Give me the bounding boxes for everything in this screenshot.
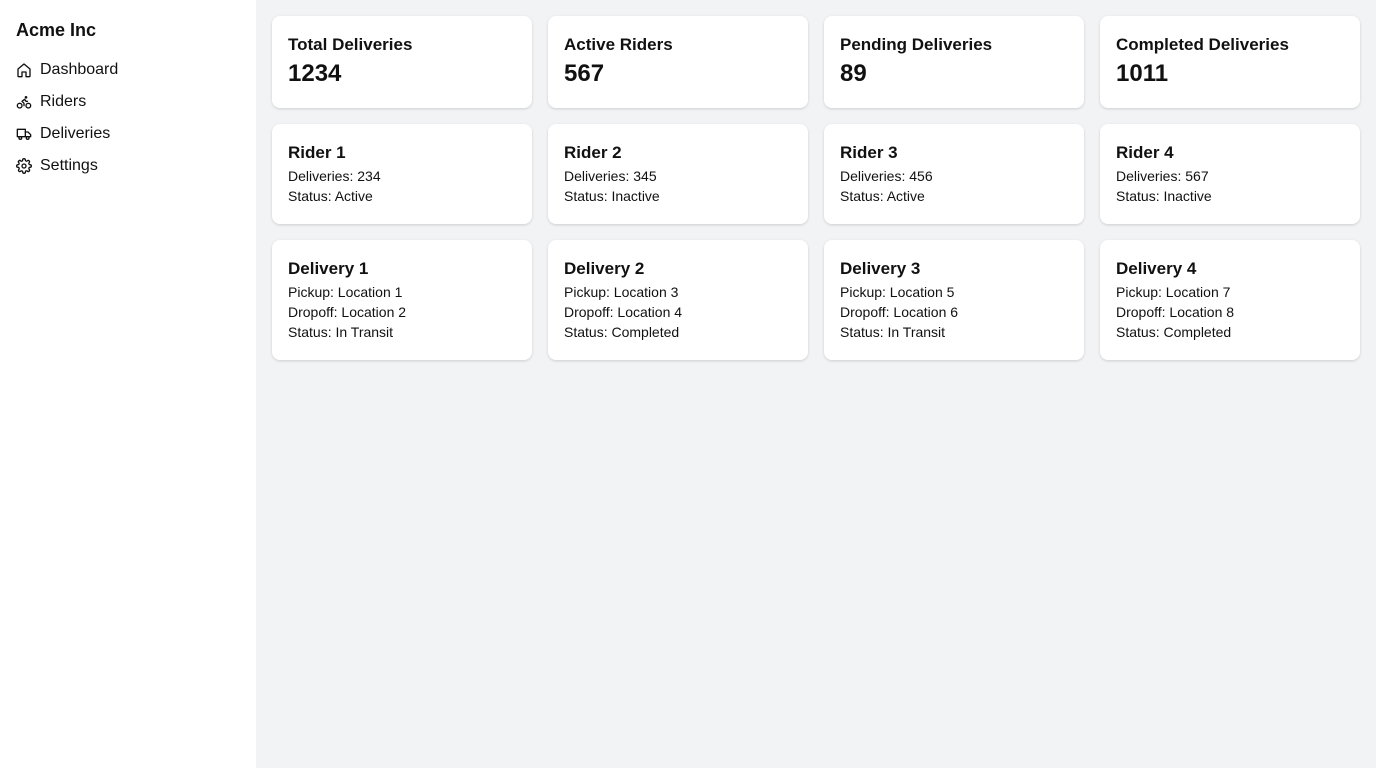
- stat-card-completed-deliveries: Completed Deliveries 1011: [1100, 16, 1360, 108]
- rider-deliveries: Deliveries: 567: [1116, 168, 1209, 184]
- brand-name: Acme Inc: [16, 20, 97, 40]
- delivery-pickup: Pickup: Location 7: [1116, 284, 1231, 300]
- sidebar-item-settings[interactable]: Settings: [16, 150, 240, 182]
- delivery-name: Delivery 4: [1116, 259, 1197, 278]
- rider-card[interactable]: Rider 4 Deliveries: 567 Status: Inactive: [1100, 124, 1360, 224]
- gear-icon: [16, 158, 32, 174]
- delivery-status: Status: In Transit: [840, 324, 946, 340]
- rider-name: Rider 1: [288, 143, 346, 162]
- rider-name: Rider 3: [840, 143, 898, 162]
- stat-card-total-deliveries: Total Deliveries 1234: [272, 16, 532, 108]
- deliveries-row: Delivery 1 Pickup: Location 1 Dropoff: L…: [272, 240, 1360, 360]
- rider-status: Status: Active: [288, 188, 373, 204]
- stat-card-pending-deliveries: Pending Deliveries 89: [824, 16, 1084, 108]
- delivery-pickup: Pickup: Location 3: [564, 284, 679, 300]
- stat-title: Completed Deliveries: [1116, 35, 1289, 54]
- delivery-card[interactable]: Delivery 3 Pickup: Location 5 Dropoff: L…: [824, 240, 1084, 360]
- delivery-name: Delivery 1: [288, 259, 369, 278]
- rider-status: Status: Active: [840, 188, 925, 204]
- delivery-status: Status: Completed: [564, 324, 680, 340]
- stat-value: 1011: [1116, 60, 1169, 87]
- sidebar-item-dashboard[interactable]: Dashboard: [16, 54, 240, 86]
- rider-card[interactable]: Rider 2 Deliveries: 345 Status: Inactive: [548, 124, 808, 224]
- sidebar-item-label: Settings: [40, 157, 98, 174]
- sidebar-item-label: Riders: [40, 93, 87, 110]
- stat-value: 1234: [288, 60, 342, 87]
- rider-card[interactable]: Rider 1 Deliveries: 234 Status: Active: [272, 124, 532, 224]
- delivery-name: Delivery 3: [840, 259, 921, 278]
- rider-status: Status: Inactive: [1116, 188, 1212, 204]
- delivery-dropoff: Dropoff: Location 4: [564, 304, 683, 320]
- truck-icon: [16, 126, 32, 142]
- delivery-card[interactable]: Delivery 4 Pickup: Location 7 Dropoff: L…: [1100, 240, 1360, 360]
- stat-value: 89: [840, 60, 867, 87]
- stat-title: Active Riders: [564, 35, 673, 54]
- rider-card[interactable]: Rider 3 Deliveries: 456 Status: Active: [824, 124, 1084, 224]
- main-content: Total Deliveries 1234 Active Riders 567 …: [256, 0, 1376, 768]
- delivery-pickup: Pickup: Location 1: [288, 284, 403, 300]
- delivery-status: Status: In Transit: [288, 324, 394, 340]
- sidebar-item-label: Dashboard: [40, 61, 119, 78]
- delivery-card[interactable]: Delivery 2 Pickup: Location 3 Dropoff: L…: [548, 240, 808, 360]
- stats-row: Total Deliveries 1234 Active Riders 567 …: [272, 16, 1360, 108]
- sidebar-item-deliveries[interactable]: Deliveries: [16, 118, 240, 150]
- stat-title: Total Deliveries: [288, 35, 413, 54]
- riders-row: Rider 1 Deliveries: 234 Status: Active R…: [272, 124, 1360, 224]
- delivery-dropoff: Dropoff: Location 8: [1116, 304, 1235, 320]
- delivery-dropoff: Dropoff: Location 6: [840, 304, 959, 320]
- rider-status: Status: Inactive: [564, 188, 660, 204]
- delivery-status: Status: Completed: [1116, 324, 1232, 340]
- rider-deliveries: Deliveries: 234: [288, 168, 381, 184]
- delivery-dropoff: Dropoff: Location 2: [288, 304, 407, 320]
- rider-deliveries: Deliveries: 456: [840, 168, 933, 184]
- delivery-name: Delivery 2: [564, 259, 645, 278]
- home-icon: [16, 62, 32, 78]
- sidebar-item-label: Deliveries: [40, 125, 111, 142]
- sidebar-item-riders[interactable]: Riders: [16, 86, 240, 118]
- rider-name: Rider 4: [1116, 143, 1174, 162]
- bike-icon: [16, 94, 32, 110]
- sidebar: Acme Inc Dashboard Riders Deliveries Set…: [0, 0, 256, 768]
- stat-title: Pending Deliveries: [840, 35, 993, 54]
- stat-value: 567: [564, 60, 605, 87]
- delivery-card[interactable]: Delivery 1 Pickup: Location 1 Dropoff: L…: [272, 240, 532, 360]
- sidebar-nav: Dashboard Riders Deliveries Settings: [16, 54, 240, 182]
- rider-deliveries: Deliveries: 345: [564, 168, 657, 184]
- rider-name: Rider 2: [564, 143, 622, 162]
- stat-card-active-riders: Active Riders 567: [548, 16, 808, 108]
- delivery-pickup: Pickup: Location 5: [840, 284, 955, 300]
